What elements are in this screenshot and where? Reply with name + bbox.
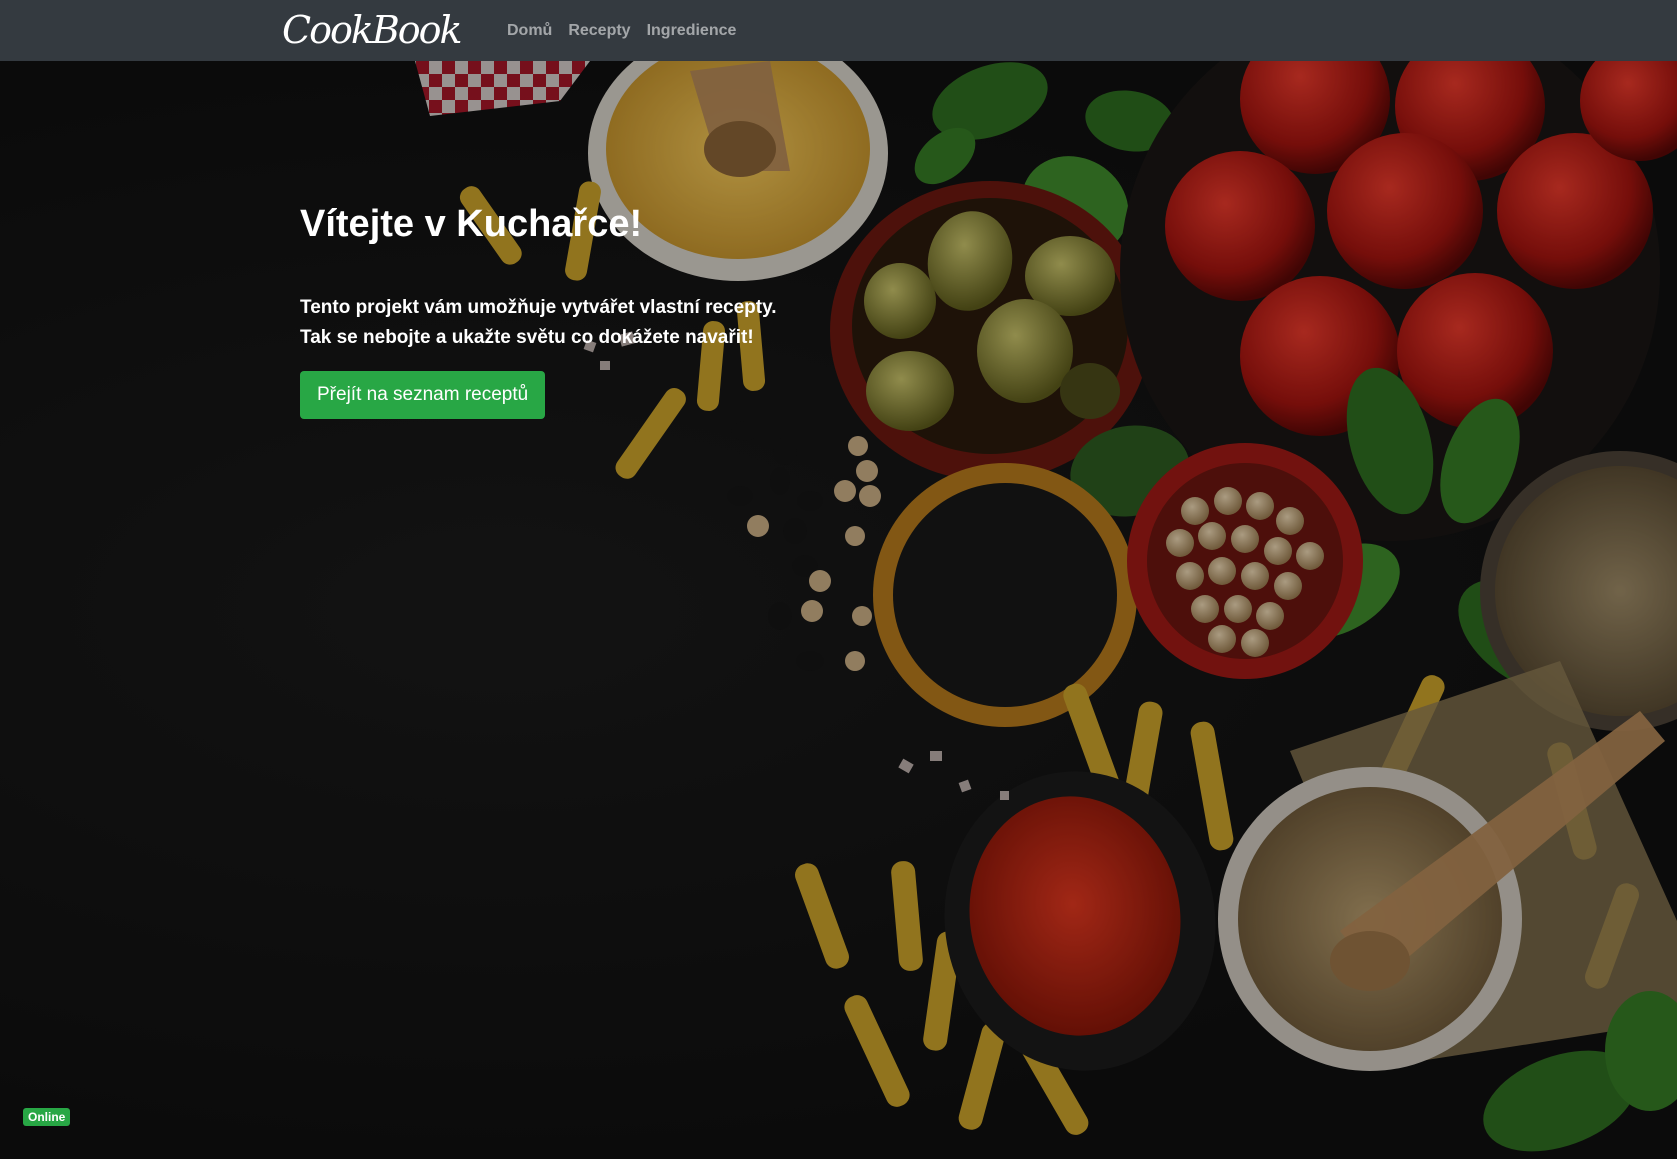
hero-description-line-1: Tento projekt vám umožňuje vytvářet vlas… — [300, 297, 777, 318]
go-to-recipes-button[interactable]: Přejít na seznam receptů — [300, 371, 546, 419]
hero-title: Vítejte v Kuchařce! — [300, 203, 643, 245]
nav-link-home[interactable]: Domů — [507, 22, 552, 40]
hero-section: Vítejte v Kuchařce! Tento projekt vám um… — [0, 61, 1677, 1159]
brand-logo[interactable]: CookBook — [282, 4, 463, 56]
nav-link-ingredients[interactable]: Ingredience — [647, 22, 737, 40]
hero-content: Vítejte v Kuchařce! Tento projekt vám um… — [300, 201, 777, 419]
hero-description-line-2: Tak se nebojte a ukažte světu co dokážet… — [300, 327, 754, 348]
hero-dark-overlay — [0, 61, 1677, 1159]
nav-link-recipes[interactable]: Recepty — [568, 22, 630, 40]
top-navbar: CookBook Domů Recepty Ingredience — [0, 0, 1677, 61]
nav-links: Domů Recepty Ingredience — [507, 0, 752, 61]
hero-description: Tento projekt vám umožňuje vytvářet vlas… — [300, 293, 777, 353]
online-status-badge: Online — [23, 1108, 71, 1126]
